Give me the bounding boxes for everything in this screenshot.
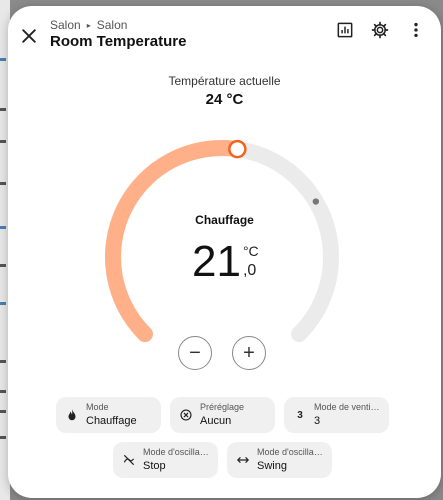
chip-value: Stop (143, 460, 166, 472)
target-temperature-unit: °C (242, 243, 259, 259)
preset-cancel-icon (179, 408, 193, 422)
background-link-mark (0, 302, 6, 305)
fan-mode-chip[interactable]: 3 Mode de venti… 3 (284, 397, 389, 433)
chip-label: Mode de venti… (314, 402, 380, 412)
preset-chip[interactable]: Préréglage Aucun (170, 397, 275, 433)
background-text-mark (0, 182, 6, 185)
background-text-mark (0, 390, 6, 393)
climate-dialog: Salon ▸ Salon Room Temperature Températu… (8, 6, 441, 498)
background-text-mark (0, 264, 6, 267)
chip-label: Mode d'oscilla… (257, 447, 323, 457)
background-text-mark (0, 410, 6, 413)
background-text-mark (0, 140, 6, 143)
background-text-mark (0, 436, 6, 439)
flame-icon (65, 408, 79, 422)
background-link-mark (0, 58, 6, 61)
chip-label: Mode (86, 402, 109, 412)
hvac-mode-chip[interactable]: Mode Chauffage (56, 397, 161, 433)
target-temperature-integer: 21 (192, 237, 241, 286)
swing-horizontal-icon (236, 453, 250, 467)
horizontal-swing-mode-chip[interactable]: Mode d'oscilla… Swing (227, 442, 332, 478)
minus-icon: − (189, 341, 201, 364)
hvac-action-label: Chauffage (195, 213, 254, 227)
chip-value: Swing (257, 460, 287, 472)
chip-value: 3 (314, 415, 321, 427)
target-temperature: 21 °C ,0 (192, 238, 259, 286)
background-link-mark (0, 226, 6, 229)
swing-mode-chip[interactable]: Mode d'oscilla… Stop (113, 442, 218, 478)
background-text-mark (0, 360, 6, 363)
chip-value: Aucun (200, 415, 232, 427)
chip-label: Préréglage (200, 402, 245, 412)
chip-value: Chauffage (86, 415, 137, 427)
plus-icon: + (243, 341, 255, 364)
background-text-mark (0, 108, 6, 111)
setpoint-handle[interactable] (228, 139, 247, 159)
increase-temperature-button[interactable]: + (232, 336, 266, 370)
chip-label: Mode d'oscilla… (143, 447, 209, 457)
target-temperature-decimal: ,0 (242, 262, 257, 279)
swing-off-icon (122, 453, 136, 467)
fan-speed-3-icon: 3 (297, 409, 303, 421)
decrease-temperature-button[interactable]: − (178, 336, 212, 370)
current-temperature-marker (312, 198, 320, 205)
